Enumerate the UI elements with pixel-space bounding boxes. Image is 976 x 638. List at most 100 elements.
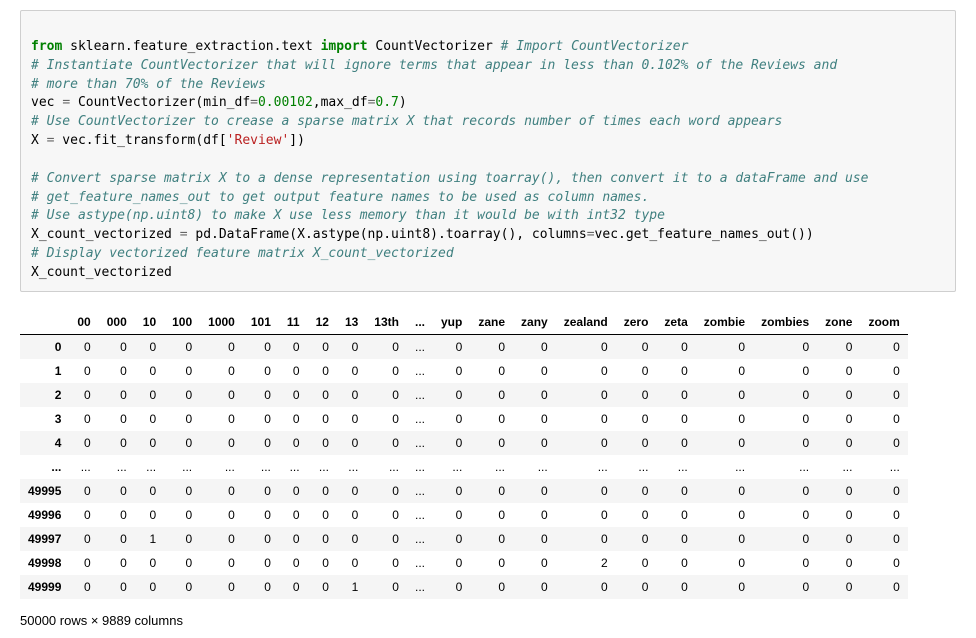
table-cell: 0: [556, 407, 616, 431]
table-cell: 0: [556, 383, 616, 407]
table-cell: ...: [696, 455, 753, 479]
code-line-11: X_count_vectorized = pd.DataFrame(X.asty…: [31, 227, 814, 242]
table-cell: 0: [135, 383, 164, 407]
table-cell: 0: [556, 334, 616, 359]
column-header: yup: [433, 310, 470, 335]
table-cell: 0: [164, 575, 200, 599]
table-cell: 0: [308, 359, 337, 383]
table-cell: 0: [753, 431, 817, 455]
table-cell: 0: [470, 407, 513, 431]
column-header: 13th: [366, 310, 407, 335]
table-cell: 0: [164, 551, 200, 575]
table-cell: 0: [99, 527, 135, 551]
table-cell: 0: [200, 359, 243, 383]
table-cell: 0: [135, 407, 164, 431]
table-cell: 0: [696, 479, 753, 503]
table-cell: 0: [556, 479, 616, 503]
column-header: 13: [337, 310, 366, 335]
table-cell: 0: [433, 527, 470, 551]
table-cell: 0: [308, 383, 337, 407]
table-cell: 0: [337, 479, 366, 503]
row-index: 2: [20, 383, 69, 407]
code-line-9: # get_feature_names_out to get output fe…: [31, 190, 649, 205]
table-cell: 0: [513, 479, 556, 503]
column-header: 101: [243, 310, 279, 335]
table-cell: ...: [164, 455, 200, 479]
table-cell: 0: [99, 407, 135, 431]
column-header: zeta: [656, 310, 695, 335]
table-cell: 0: [616, 334, 657, 359]
table-cell: 0: [69, 503, 98, 527]
table-cell: 0: [753, 479, 817, 503]
table-cell: 1: [337, 575, 366, 599]
table-cell: 0: [164, 431, 200, 455]
code-line-5: # Use CountVectorizer to crease a sparse…: [31, 114, 782, 129]
table-cell: 0: [243, 383, 279, 407]
column-header: 10: [135, 310, 164, 335]
table-cell: 0: [200, 334, 243, 359]
table-cell: ...: [407, 455, 433, 479]
table-cell: ...: [337, 455, 366, 479]
table-cell: ...: [556, 455, 616, 479]
table-cell: 0: [616, 359, 657, 383]
table-cell: 0: [243, 431, 279, 455]
table-cell: 0: [433, 575, 470, 599]
table-cell: 0: [279, 503, 308, 527]
table-cell: 0: [337, 503, 366, 527]
table-cell: 0: [696, 334, 753, 359]
table-cell: ...: [407, 383, 433, 407]
table-cell: 0: [860, 551, 907, 575]
table-cell: 0: [308, 551, 337, 575]
row-index: 3: [20, 407, 69, 431]
table-cell: 0: [860, 575, 907, 599]
table-cell: 0: [337, 551, 366, 575]
table-cell: 0: [513, 407, 556, 431]
table-cell: ...: [407, 479, 433, 503]
table-cell: 0: [243, 479, 279, 503]
table-cell: 0: [366, 431, 407, 455]
table-cell: 0: [200, 551, 243, 575]
table-cell: 0: [308, 479, 337, 503]
table-cell: 0: [696, 431, 753, 455]
table-cell: 0: [616, 551, 657, 575]
table-cell: ...: [407, 407, 433, 431]
table-cell: 0: [308, 575, 337, 599]
table-cell: 0: [200, 503, 243, 527]
dataframe-shape: 50000 rows × 9889 columns: [20, 613, 956, 628]
table-cell: 0: [860, 334, 907, 359]
table-row: 499960000000000...0000000000: [20, 503, 908, 527]
table-cell: 0: [817, 334, 860, 359]
table-cell: ...: [407, 551, 433, 575]
table-cell: 0: [243, 575, 279, 599]
code-cell: from sklearn.feature_extraction.text imp…: [20, 10, 956, 292]
table-cell: 0: [366, 503, 407, 527]
column-header: zany: [513, 310, 556, 335]
table-cell: 0: [337, 383, 366, 407]
table-cell: ...: [200, 455, 243, 479]
row-index: 0: [20, 334, 69, 359]
table-row: ........................................…: [20, 455, 908, 479]
table-cell: 0: [366, 575, 407, 599]
table-cell: 0: [696, 407, 753, 431]
table-cell: 0: [99, 503, 135, 527]
table-cell: 0: [69, 359, 98, 383]
table-cell: 0: [164, 503, 200, 527]
code-line-1: from sklearn.feature_extraction.text imp…: [31, 39, 688, 54]
table-row: 499990000000010...0000000000: [20, 575, 908, 599]
table-cell: ...: [366, 455, 407, 479]
table-body: 00000000000...000000000010000000000...00…: [20, 334, 908, 599]
table-cell: 0: [616, 407, 657, 431]
table-cell: 0: [556, 503, 616, 527]
table-cell: 0: [817, 575, 860, 599]
table-cell: 0: [860, 479, 907, 503]
table-cell: 0: [656, 575, 695, 599]
table-cell: 0: [656, 359, 695, 383]
table-cell: 0: [243, 527, 279, 551]
table-cell: 0: [860, 359, 907, 383]
table-cell: 0: [513, 551, 556, 575]
table-cell: 0: [860, 383, 907, 407]
table-cell: 0: [99, 431, 135, 455]
row-index: 49998: [20, 551, 69, 575]
table-cell: 0: [696, 551, 753, 575]
table-cell: 0: [200, 479, 243, 503]
